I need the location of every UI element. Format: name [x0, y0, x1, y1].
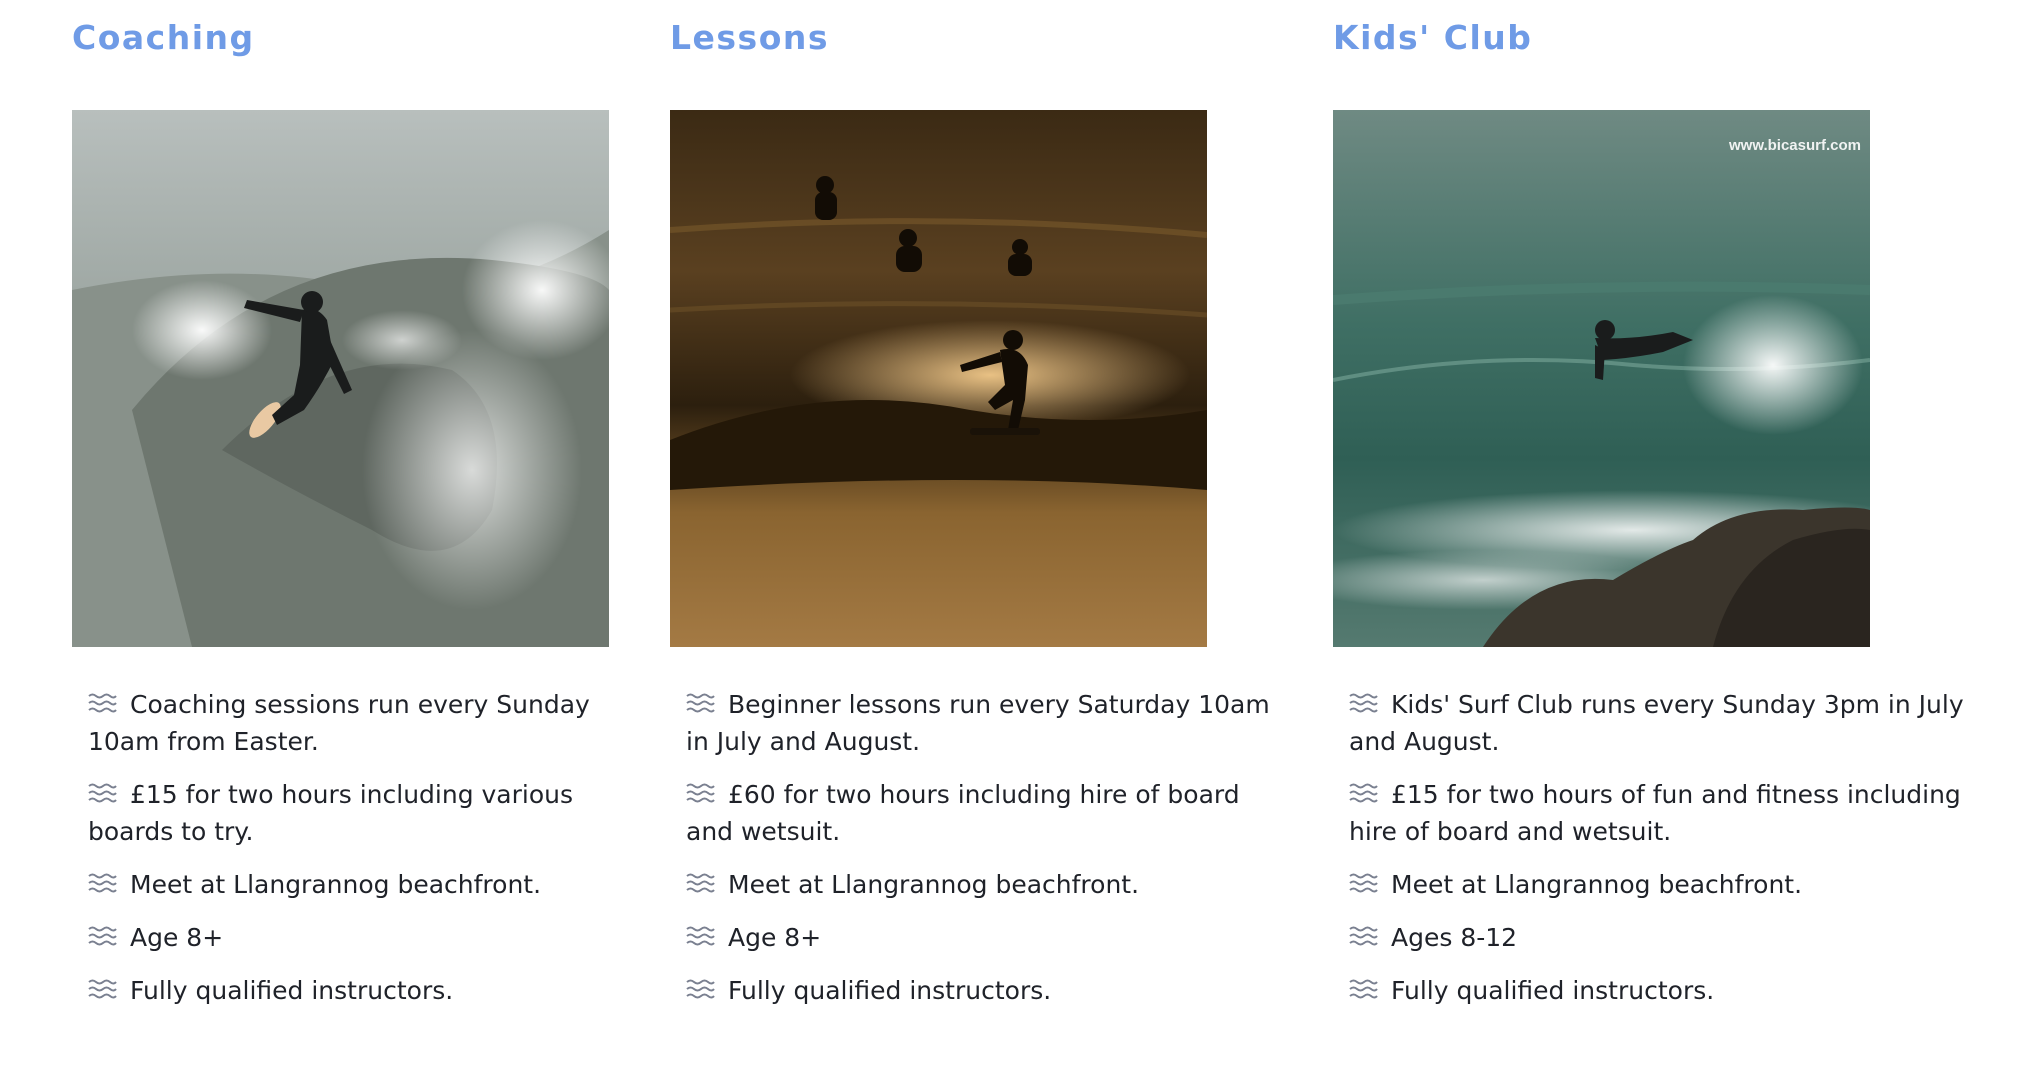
list-item-text: Fully qualified instructors. [130, 976, 454, 1005]
list-item: £15 for two hours of fun and fitness inc… [1349, 776, 2014, 850]
list-item-text: Fully qualified instructors. [728, 976, 1052, 1005]
coaching-feature-list: Coaching sessions run every Sunday 10am … [88, 686, 663, 1025]
wave-icon [686, 925, 715, 947]
list-item-text: £60 for two hours including hire of boar… [686, 780, 1240, 846]
wave-icon [1349, 978, 1378, 1000]
list-item-text: £15 for two hours of fun and fitness inc… [1349, 780, 1961, 846]
wave-icon [88, 782, 117, 804]
list-item-text: Meet at Llangrannog beachfront. [728, 870, 1140, 899]
wave-icon [1349, 782, 1378, 804]
list-item: Ages 8-12 [1349, 919, 2014, 956]
list-item: £60 for two hours including hire of boar… [686, 776, 1271, 850]
coaching-heading: Coaching [72, 18, 255, 57]
list-item: Meet at Llangrannog beachfront. [88, 866, 663, 903]
list-item: Age 8+ [88, 919, 663, 956]
wave-icon [88, 872, 117, 894]
watermark-text: www.bicasurf.com [1728, 137, 1861, 154]
kids-club-feature-list: Kids' Surf Club runs every Sunday 3pm in… [1349, 686, 2014, 1025]
wave-icon [1349, 925, 1378, 947]
wave-icon [1349, 872, 1378, 894]
list-item: Kids' Surf Club runs every Sunday 3pm in… [1349, 686, 2014, 760]
list-item-text: Age 8+ [728, 923, 822, 952]
coaching-photo [72, 110, 609, 647]
lessons-heading: Lessons [670, 18, 829, 57]
list-item-text: Beginner lessons run every Saturday 10am… [686, 690, 1270, 756]
list-item: Fully qualified instructors. [686, 972, 1271, 1009]
lessons-photo [670, 110, 1207, 647]
list-item-text: Meet at Llangrannog beachfront. [1391, 870, 1803, 899]
list-item-text: Ages 8-12 [1391, 923, 1518, 952]
wave-icon [88, 925, 117, 947]
wave-icon [686, 872, 715, 894]
list-item-text: £15 for two hours including various boar… [88, 780, 574, 846]
list-item: Meet at Llangrannog beachfront. [1349, 866, 2014, 903]
wave-icon [1349, 692, 1378, 714]
kids-club-photo: www.bicasurf.com [1333, 110, 1870, 647]
list-item: Age 8+ [686, 919, 1271, 956]
list-item-text: Meet at Llangrannog beachfront. [130, 870, 542, 899]
wave-icon [686, 978, 715, 1000]
list-item: Fully qualified instructors. [88, 972, 663, 1009]
lessons-feature-list: Beginner lessons run every Saturday 10am… [686, 686, 1271, 1025]
wave-icon [686, 692, 715, 714]
list-item: Coaching sessions run every Sunday 10am … [88, 686, 663, 760]
list-item: Beginner lessons run every Saturday 10am… [686, 686, 1271, 760]
list-item: Meet at Llangrannog beachfront. [686, 866, 1271, 903]
list-item: Fully qualified instructors. [1349, 972, 2014, 1009]
list-item-text: Kids' Surf Club runs every Sunday 3pm in… [1349, 690, 1964, 756]
wave-icon [88, 978, 117, 1000]
list-item: £15 for two hours including various boar… [88, 776, 663, 850]
wave-icon [88, 692, 117, 714]
kids-club-heading: Kids' Club [1333, 18, 1533, 57]
list-item-text: Age 8+ [130, 923, 224, 952]
list-item-text: Fully qualified instructors. [1391, 976, 1715, 1005]
wave-icon [686, 782, 715, 804]
list-item-text: Coaching sessions run every Sunday 10am … [88, 690, 590, 756]
